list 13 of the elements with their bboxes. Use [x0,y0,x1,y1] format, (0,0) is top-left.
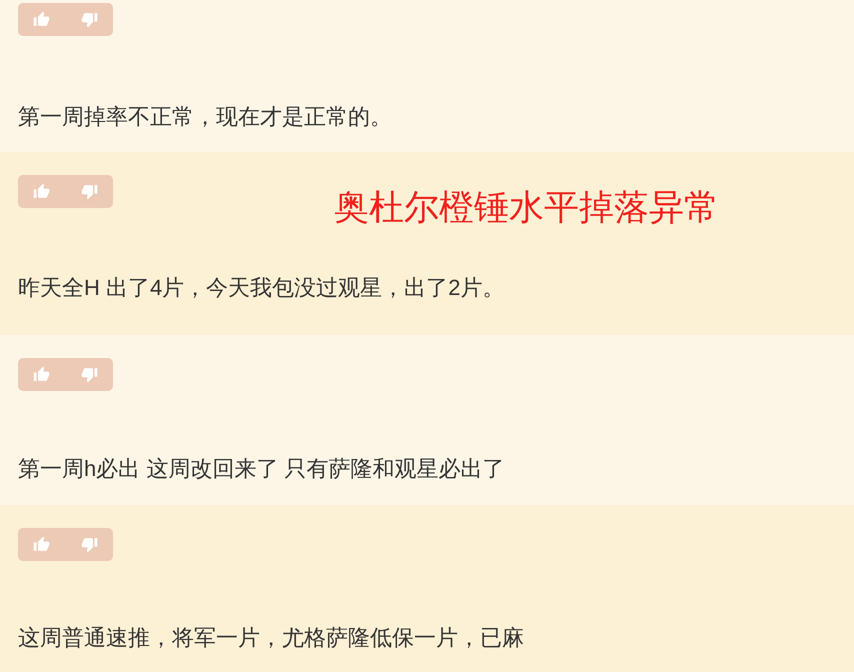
overlay-caption: 奥杜尔橙锤水平掉落异常 [334,187,719,229]
thumbs-up-icon[interactable] [33,536,50,553]
thumbs-down-icon[interactable] [81,366,98,383]
comment-text: 第一周h必出 这周改回来了 只有萨隆和观星必出了 [18,455,504,483]
thumbs-up-icon[interactable] [33,183,50,200]
thumbs-down-icon[interactable] [81,536,98,553]
thumbs-down-icon[interactable] [81,183,98,200]
thumbs-down-icon[interactable] [81,11,98,28]
thumbs-up-icon[interactable] [33,11,50,28]
thumbs-up-icon[interactable] [33,366,50,383]
comment-text: 第一周掉率不正常，现在才是正常的。 [18,103,392,131]
comment-text: 昨天全H 出了4片，今天我包没过观星，出了2片。 [18,274,504,302]
comment-text: 这周普通速推，将军一片，尤格萨隆低保一片，已麻 [18,624,524,652]
